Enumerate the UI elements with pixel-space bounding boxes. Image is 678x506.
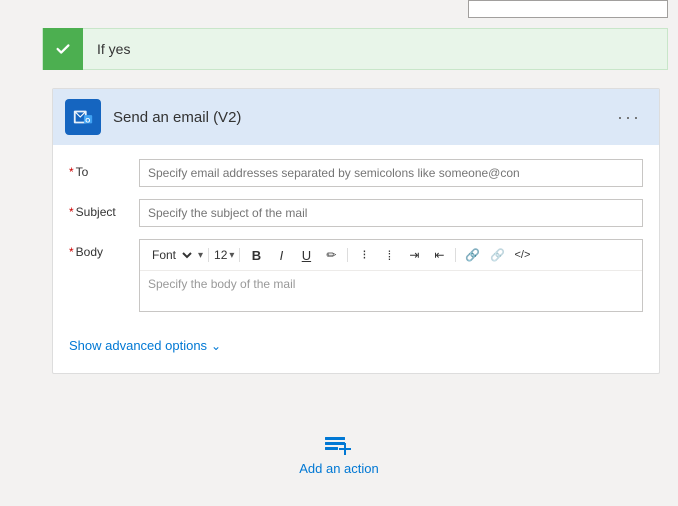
body-row: *Body Font ▾ 12 ▾	[69, 239, 643, 312]
email-icon: O	[65, 99, 101, 135]
show-advanced-chevron: ⌄	[211, 339, 221, 353]
to-label: *To	[69, 159, 139, 179]
font-size-display: 12 ▾	[214, 248, 234, 262]
subject-label: *Subject	[69, 199, 139, 219]
subject-required-mark: *	[69, 205, 74, 219]
subject-input[interactable]	[139, 199, 643, 227]
underline-button[interactable]: U	[295, 244, 317, 266]
code-button[interactable]: </>	[511, 244, 533, 266]
if-yes-section: If yes	[42, 28, 668, 70]
email-card: O Send an email (V2) ··· *To *Subject	[52, 88, 660, 374]
unlink-button[interactable]: 🔗	[486, 244, 508, 266]
card-title: Send an email (V2)	[113, 109, 241, 126]
toolbar-separator-3	[347, 248, 348, 262]
card-header-left: O Send an email (V2)	[65, 99, 241, 135]
if-yes-check-icon	[43, 28, 83, 70]
card-header: O Send an email (V2) ···	[53, 89, 659, 145]
add-action-icon	[323, 433, 355, 457]
subject-row: *Subject	[69, 199, 643, 227]
to-row: *To	[69, 159, 643, 187]
bold-button[interactable]: B	[245, 244, 267, 266]
add-action-area: Add an action	[0, 433, 678, 476]
bullet-list-button[interactable]: ⁝	[353, 244, 375, 266]
form-area: *To *Subject *Body	[53, 145, 659, 332]
card-menu-button[interactable]: ···	[611, 105, 647, 130]
toolbar-separator-4	[455, 248, 456, 262]
italic-button[interactable]: I	[270, 244, 292, 266]
font-select[interactable]: Font	[146, 245, 195, 265]
highlight-button[interactable]: ✏	[320, 244, 342, 266]
link-button[interactable]: 🔗	[461, 244, 483, 266]
font-dropdown-icon: ▾	[198, 250, 203, 261]
numbered-list-button[interactable]: ⁞	[378, 244, 400, 266]
body-toolbar: Font ▾ 12 ▾ B I U ✏ ⁝	[140, 240, 642, 271]
outer-container: If yes O Send an email (V2) ···	[0, 0, 678, 506]
add-action-button[interactable]: Add an action	[299, 433, 379, 476]
indent-button[interactable]: ⇥	[403, 244, 425, 266]
body-field-wrapper: Font ▾ 12 ▾ B I U ✏ ⁝	[139, 239, 643, 312]
body-label: *Body	[69, 239, 139, 259]
show-advanced-options[interactable]: Show advanced options ⌄	[69, 338, 659, 353]
top-right-box	[468, 0, 668, 18]
toolbar-separator-1	[208, 248, 209, 262]
toolbar-separator-2	[239, 248, 240, 262]
show-advanced-label: Show advanced options	[69, 338, 207, 353]
to-required-mark: *	[69, 165, 74, 179]
body-placeholder[interactable]: Specify the body of the mail	[140, 271, 642, 311]
to-input[interactable]	[139, 159, 643, 187]
svg-text:O: O	[85, 118, 90, 125]
body-required-mark: *	[69, 245, 74, 259]
outdent-button[interactable]: ⇤	[428, 244, 450, 266]
add-action-label: Add an action	[299, 461, 379, 476]
font-size-dropdown-icon: ▾	[229, 250, 234, 261]
if-yes-label: If yes	[83, 41, 130, 57]
